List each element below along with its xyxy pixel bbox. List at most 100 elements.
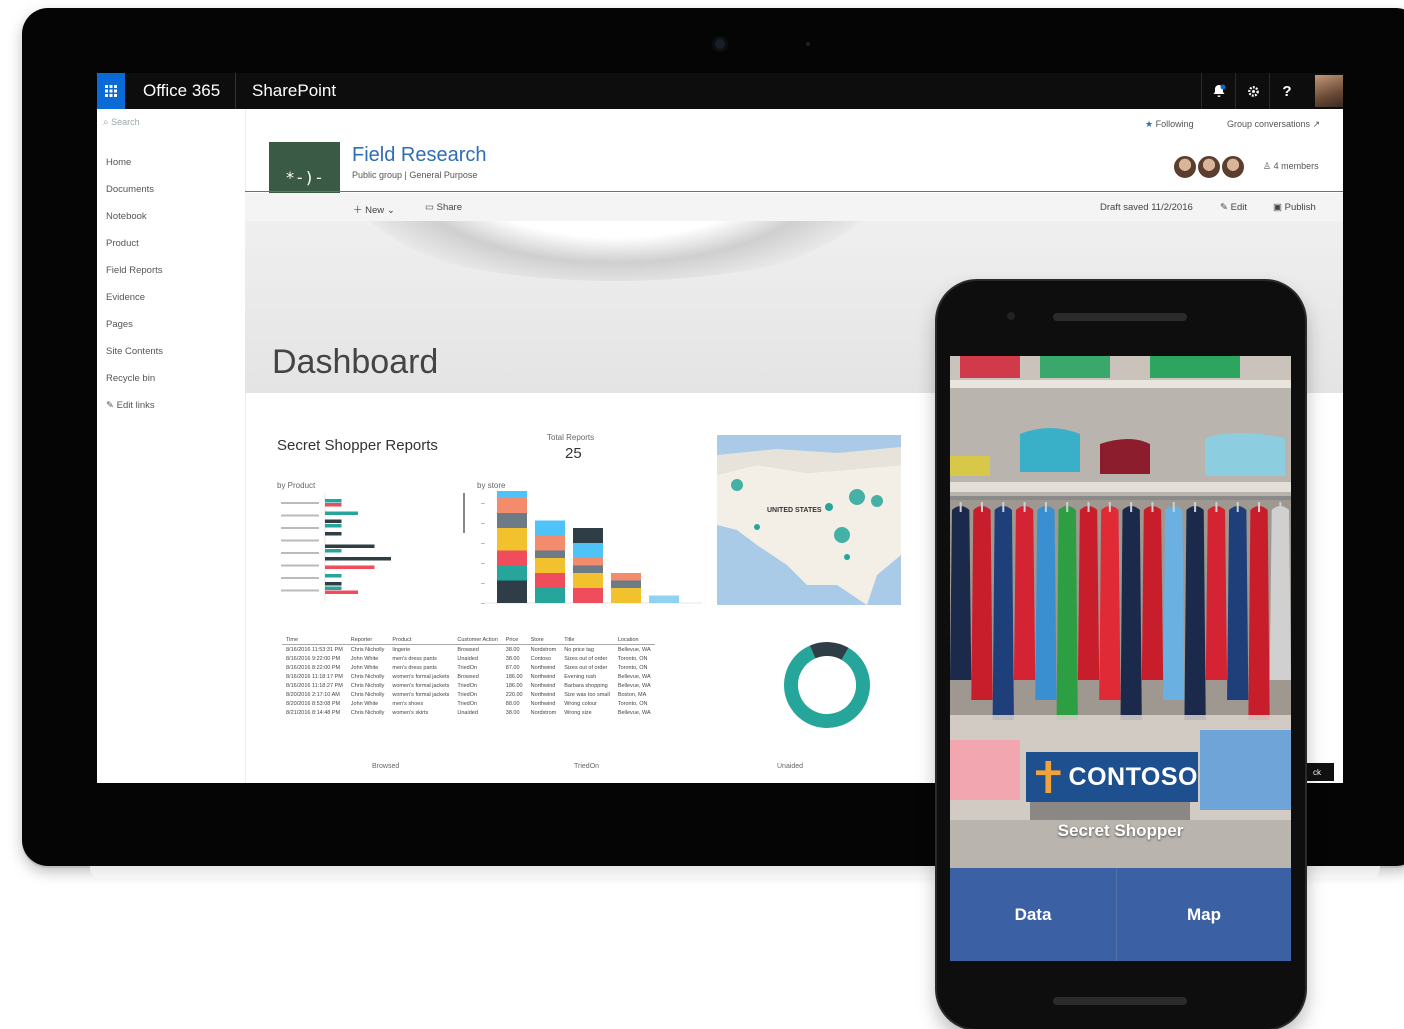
edit-links-label: Edit links: [116, 400, 155, 411]
table-cell: Barbara shopping: [564, 682, 608, 689]
column-header[interactable]: Price: [501, 635, 527, 645]
table-row[interactable]: 8/20/2016 2:17:10 AM Chris Nicholly women'…: [282, 690, 655, 699]
hanger: [1108, 502, 1111, 512]
stacked-bar-segment: [497, 491, 527, 498]
bar: [325, 557, 391, 561]
table-cell: Boston, MA: [617, 691, 647, 698]
stacked-bar-segment: [535, 558, 565, 573]
table-cell: 87.00: [505, 664, 520, 671]
column-header[interactable]: Customer Action: [453, 635, 502, 645]
shirt: [1227, 506, 1249, 700]
column-header[interactable]: Product: [388, 635, 454, 645]
customer-action-donut[interactable]: [772, 635, 892, 735]
nav-item-product[interactable]: Product: [106, 238, 139, 249]
category-tick-label: [281, 539, 319, 542]
table-cell: Unaided: [457, 655, 478, 662]
table-cell: Bellevue, WA: [617, 709, 651, 716]
member-avatar[interactable]: [1221, 155, 1245, 179]
table-row[interactable]: 8/20/2016 8:53:08 PM John White men's shoe…: [282, 699, 655, 708]
table-cell: No price tag: [564, 646, 594, 653]
nav-item-documents[interactable]: Documents: [106, 184, 154, 195]
table-cell: Northwind: [530, 664, 556, 671]
publish-button[interactable]: ▣ Publish: [1273, 202, 1316, 213]
bar: [325, 586, 342, 590]
table-cell: Bellevue, WA: [617, 682, 651, 689]
share-button[interactable]: ▭ Share: [425, 202, 462, 213]
column-header[interactable]: Store: [526, 635, 561, 645]
table-cell: Northwind: [530, 673, 556, 680]
stacked-bar-segment: [611, 580, 641, 588]
gear-icon[interactable]: [1235, 73, 1270, 109]
search-input[interactable]: ⌕ Search: [103, 117, 239, 131]
y-tick: [481, 543, 485, 544]
nav-item-home[interactable]: Home: [106, 157, 131, 168]
stacked-bar-segment: [611, 573, 641, 581]
by-product-chart[interactable]: [277, 493, 467, 611]
shirt: [1248, 506, 1270, 720]
table-row[interactable]: 8/16/2016 9:22:00 PM John White men's dres…: [282, 654, 655, 663]
table-cell: 8/21/2016 8:14:48 PM: [286, 709, 341, 716]
members-link[interactable]: ♙ 4 members: [1263, 161, 1319, 172]
table-row[interactable]: 8/16/2016 11:18:17 PM Chris Nicholly women…: [282, 672, 655, 681]
hanger: [1236, 502, 1239, 512]
phone-screen: CONTOSO Secret Shopper Data Map: [950, 356, 1291, 961]
site-title[interactable]: Field Research: [352, 144, 487, 167]
table-cell: 8/16/2016 11:18:17 PM: [286, 673, 343, 680]
member-avatar[interactable]: [1173, 155, 1197, 179]
table-row[interactable]: 8/16/2016 8:22:00 PM John White men's dres…: [282, 663, 655, 672]
hanger: [1194, 502, 1197, 512]
table-row[interactable]: 8/16/2016 11:18:27 PM Chris Nicholly women…: [282, 681, 655, 690]
avatar[interactable]: [1315, 75, 1343, 107]
phone-speaker: [1053, 313, 1187, 321]
nav-item-pages[interactable]: Pages: [106, 319, 133, 330]
column-header[interactable]: Time: [282, 635, 347, 645]
bar: [325, 532, 342, 536]
shirt: [1120, 506, 1142, 720]
table-row[interactable]: 8/16/2016 11:53:31 PM Chris Nicholly linge…: [282, 645, 655, 655]
help-icon[interactable]: ?: [1269, 73, 1304, 109]
waffle-icon[interactable]: [97, 73, 125, 109]
store-map[interactable]: UNITED STATES: [717, 435, 901, 605]
follow-button[interactable]: ★ Following: [1145, 119, 1194, 130]
table-cell: Sizes out of order: [564, 664, 608, 671]
table-cell: women's formal jackets: [392, 691, 450, 698]
table-cell: 186.00: [505, 673, 523, 680]
category-tick-label: [281, 564, 319, 567]
notification-icon[interactable]: [1201, 73, 1236, 109]
by-store-chart[interactable]: [477, 491, 707, 609]
folded-shirt: [950, 740, 1020, 800]
table-row[interactable]: 8/21/2016 8:14:48 PM Chris Nicholly women'…: [282, 708, 655, 717]
table-cell: Unaided: [457, 709, 478, 716]
back-button[interactable]: ck: [1300, 763, 1334, 781]
nav-item-recycle-bin[interactable]: Recycle bin: [106, 373, 155, 384]
shirt: [971, 506, 993, 700]
table-cell: Nordstrom: [530, 709, 557, 716]
report-table-wrapper[interactable]: Time Reporter Product Customer Action Price S…: [282, 635, 742, 747]
stacked-bar-segment: [573, 573, 603, 588]
scrollbar: [463, 493, 465, 533]
table-cell: Nordstrom: [530, 646, 557, 653]
edit-button[interactable]: ✎ Edit: [1220, 202, 1247, 213]
nav-item-notebook[interactable]: Notebook: [106, 211, 147, 222]
nav-item-evidence[interactable]: Evidence: [106, 292, 145, 303]
table-cell: Toronto, ON: [617, 655, 648, 662]
member-avatar[interactable]: [1197, 155, 1221, 179]
nav-item-site-contents[interactable]: Site Contents: [106, 346, 163, 357]
column-header[interactable]: Location: [613, 635, 655, 645]
phone-bottom-speaker: [1053, 997, 1187, 1005]
new-button[interactable]: ＋ New ⌄: [353, 202, 395, 216]
shirt: [950, 506, 972, 680]
group-conversations-link[interactable]: Group conversations ↗: [1227, 119, 1320, 130]
phone-camera: [1007, 312, 1015, 320]
nav-item-edit-links[interactable]: ✎ Edit links: [106, 400, 155, 411]
shirt: [1184, 506, 1206, 720]
map-button[interactable]: Map: [1117, 868, 1291, 961]
office-365-link[interactable]: Office 365: [143, 81, 220, 101]
table-header-row: Time Reporter Product Customer Action Price S…: [282, 635, 655, 645]
column-header[interactable]: Title: [560, 635, 614, 645]
table-cell: Chris Nicholly: [350, 673, 385, 680]
nav-item-field-reports[interactable]: Field Reports: [106, 265, 163, 276]
data-button[interactable]: Data: [950, 868, 1117, 961]
column-header[interactable]: Reporter: [346, 635, 389, 645]
sharepoint-link[interactable]: SharePoint: [252, 81, 336, 101]
